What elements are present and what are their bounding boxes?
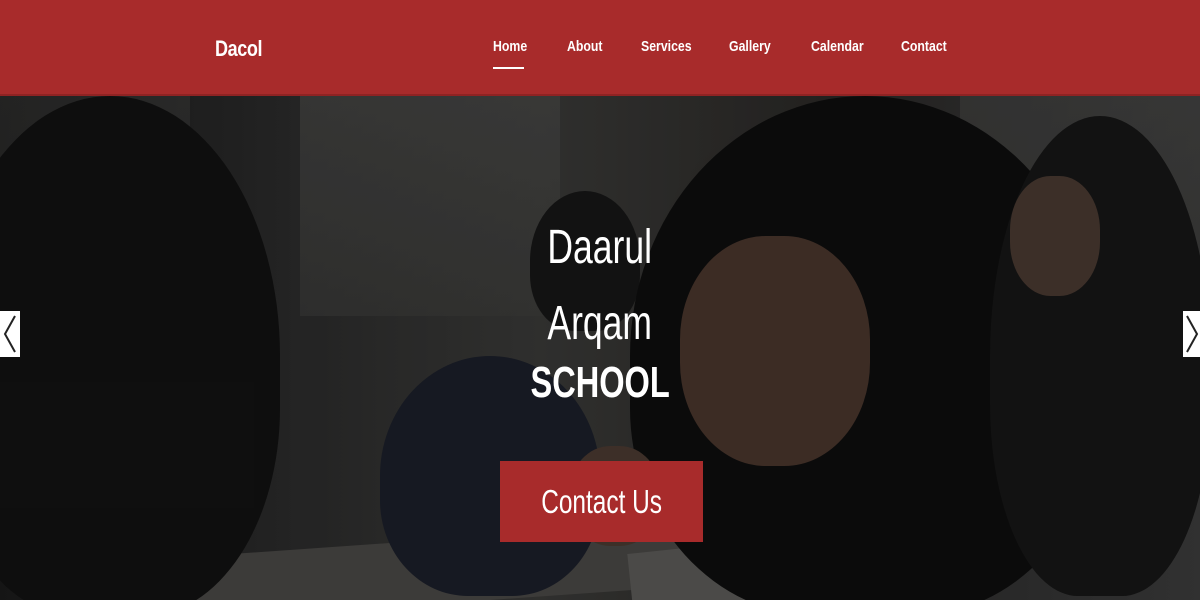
carousel-next-button[interactable] [1183, 311, 1200, 357]
carousel-prev-button[interactable] [0, 311, 20, 357]
chevron-left-icon [3, 315, 16, 353]
hero-title-line-1: Daarul [547, 221, 653, 274]
contact-us-button[interactable]: Contact Us [500, 461, 703, 542]
nav-item-services[interactable]: Services [641, 38, 692, 55]
active-nav-indicator [493, 67, 524, 69]
hero-title-line-3: SCHOOL [530, 358, 670, 407]
nav-item-calendar[interactable]: Calendar [811, 38, 864, 55]
site-header: Dacol Home About Services Gallery Calend… [0, 0, 1200, 96]
nav-item-contact[interactable]: Contact [901, 38, 947, 55]
hero-title-line-2: Arqam [547, 297, 653, 350]
nav-item-home[interactable]: Home [493, 38, 527, 55]
main-nav: Home About Services Gallery Calendar Con… [0, 0, 1200, 96]
hero-carousel: Daarul Arqam SCHOOL Contact Us [0, 96, 1200, 600]
nav-item-gallery[interactable]: Gallery [729, 38, 771, 55]
chevron-right-icon [1185, 315, 1198, 353]
nav-item-about[interactable]: About [567, 38, 603, 55]
